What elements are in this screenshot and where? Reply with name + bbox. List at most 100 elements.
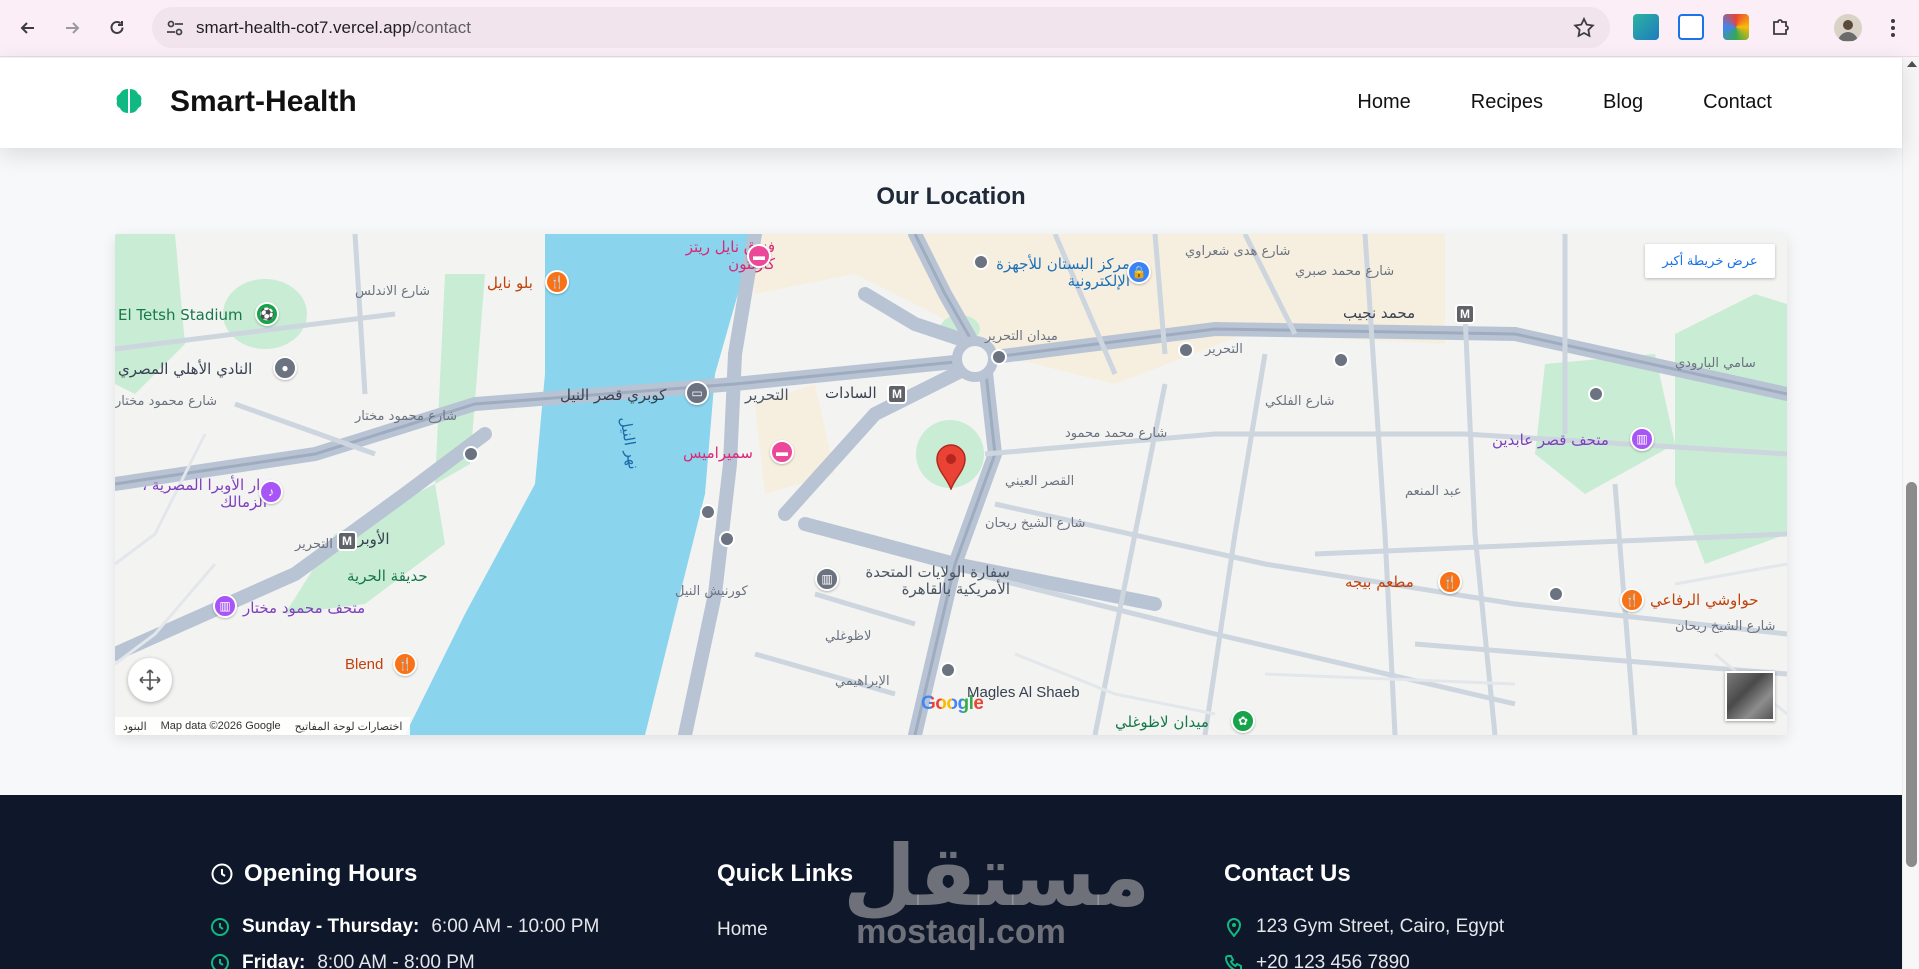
brain-logo-icon[interactable] [113, 85, 145, 117]
google-map[interactable]: El Tetsh Stadium ⚽ النادي الأهلي المصري … [115, 234, 1787, 735]
location-pin-icon[interactable] [934, 442, 968, 490]
quick-link-home[interactable]: Home [717, 919, 768, 941]
watermark-english: mostaql.com [856, 913, 1066, 951]
clock-icon [211, 954, 229, 969]
hawawshi-restaurant-icon[interactable]: 🍴 [1620, 588, 1644, 612]
bus-stop-icon[interactable] [1333, 352, 1349, 368]
bus-stop-icon[interactable] [940, 662, 956, 678]
stadium-marker-icon[interactable]: ⚽ [255, 302, 279, 326]
scrollbar-thumb[interactable] [1906, 482, 1917, 867]
nav-blog[interactable]: Blog [1603, 91, 1643, 114]
metro-naguib-icon[interactable]: M [1455, 304, 1475, 324]
hours-day: Friday: [242, 952, 306, 969]
nav-recipes[interactable]: Recipes [1471, 91, 1543, 114]
map-attribution-bar: البنود Map data ©2026 Google اختصارات لو… [115, 717, 411, 735]
bus-stop-icon[interactable] [1588, 386, 1604, 402]
satellite-layer-toggle[interactable] [1725, 671, 1775, 721]
reload-button[interactable] [102, 13, 132, 43]
move-arrows-icon [139, 669, 161, 691]
keyboard-shortcuts-link[interactable]: اختصارات لوحة المفاتيح [295, 720, 403, 733]
map-label-mohamed-mahmoud: شارع محمد محمود [1065, 426, 1168, 441]
square-marker-icon[interactable]: ✿ [1231, 709, 1255, 733]
map-terms-link[interactable]: البنود [123, 720, 147, 733]
bus-stop-icon[interactable] [991, 349, 1007, 365]
map-label-horreya: حديقة الحرية [347, 567, 428, 585]
club-marker-icon[interactable]: ● [273, 356, 297, 380]
map-label-naguib: محمد نجيب [1343, 304, 1416, 322]
contact-section: Contact Us [1224, 860, 1351, 888]
hours-row: Friday: 8:00 AM - 8:00 PM [210, 952, 475, 969]
semiramis-hotel-icon[interactable]: ▬ [770, 440, 794, 464]
hours-row: Sunday - Thursday: 6:00 AM - 10:00 PM [210, 916, 599, 938]
restaurant-marker-icon[interactable]: 🍴 [545, 270, 569, 294]
map-label-sheikh-rehan-2: شارع الشيخ ريحان [1675, 619, 1776, 634]
brand-name[interactable]: Smart-Health [170, 85, 357, 119]
forward-button[interactable] [57, 13, 87, 43]
map-label-ahly: النادي الأهلي المصري [118, 360, 253, 378]
museum-marker-icon[interactable]: ▥ [213, 594, 237, 618]
map-label-tahrir-st: التحرير [1205, 342, 1243, 357]
hotel-marker-icon[interactable]: ▬ [747, 244, 771, 268]
map-label-mahmoud-mokhtar-st2: شارع محمود مختار [355, 409, 458, 424]
scroll-up-arrow-icon[interactable] [1907, 61, 1917, 67]
bus-stop-icon[interactable] [1548, 586, 1564, 602]
extension-2-icon[interactable] [1678, 14, 1704, 40]
extension-1-icon[interactable] [1633, 14, 1659, 40]
reload-icon [110, 20, 124, 34]
bus-stop-icon[interactable] [1178, 342, 1194, 358]
map-label-us-embassy: سفارة الولايات المتحدة الأمريكية بالقاهر… [865, 563, 1010, 598]
map-label-abdel-moneim: عبد المنعم [1405, 484, 1462, 499]
page-scrollbar[interactable] [1902, 57, 1919, 969]
nav-home[interactable]: Home [1357, 91, 1410, 114]
site-footer: Opening Hours Sunday - Thursday: 6:00 AM… [0, 795, 1902, 969]
map-label-qasr-bridge: كوبري قصر النيل [560, 386, 667, 404]
embassy-marker-icon[interactable]: ▥ [815, 567, 839, 591]
blend-restaurant-icon[interactable]: 🍴 [393, 652, 417, 676]
mostaql-watermark: مستقل mostaql.com [843, 834, 1150, 951]
address-row: 123 Gym Street, Cairo, Egypt [1224, 916, 1504, 938]
hours-time: 8:00 AM - 8:00 PM [317, 952, 475, 969]
site-header: Smart-Health Home Recipes Blog Contact [0, 58, 1902, 148]
map-label-hawawshi: حواوشي الرفاعي [1650, 591, 1759, 609]
site-info-icon[interactable] [164, 17, 186, 39]
bus-stop-icon[interactable] [463, 446, 479, 462]
quick-links-heading: Quick Links [717, 860, 854, 887]
hours-time: 6:00 AM - 10:00 PM [431, 916, 600, 937]
map-label-falaki: شارع الفلكي [1265, 394, 1335, 409]
map-label-mokhtar: متحف محمود مختار [243, 599, 366, 617]
bus-stop-icon[interactable] [973, 254, 989, 270]
map-label-opera-house: دار الأوبرا المصرية ، الزمالك [142, 476, 267, 511]
contact-heading: Contact Us [1224, 860, 1351, 887]
browser-menu-button[interactable] [1883, 13, 1903, 43]
shopping-marker-icon[interactable]: 🔒 [1127, 260, 1151, 284]
map-pin-icon [1226, 918, 1242, 937]
bookmark-star-icon[interactable] [1572, 16, 1596, 40]
main-nav: Home Recipes Blog Contact [1357, 91, 1772, 114]
bridge-marker-icon[interactable]: ▭ [685, 381, 709, 405]
bus-stop-icon[interactable] [700, 504, 716, 520]
metro-opera-icon[interactable]: M [337, 531, 357, 551]
back-button[interactable] [13, 13, 43, 43]
clock-icon [211, 918, 229, 936]
map-attribution-text: Map data ©2026 Google [160, 720, 281, 732]
bigga-restaurant-icon[interactable]: 🍴 [1438, 570, 1462, 594]
abdeen-museum-icon[interactable]: ▥ [1630, 427, 1654, 451]
map-label-bolo: بلو نايل [487, 274, 533, 292]
metro-sadat-icon[interactable]: M [887, 384, 907, 404]
hours-day: Sunday - Thursday: [242, 916, 420, 937]
bus-stop-icon[interactable] [719, 531, 735, 547]
map-label-qasr-nile: كورنيش النيل [675, 584, 748, 599]
map-label-bustan: مركز البستان للأجهزة الإلكترونية [996, 255, 1130, 290]
view-larger-map-link[interactable]: عرض خريطة أكبر [1645, 244, 1775, 278]
google-logo: Google [921, 693, 984, 715]
address-bar[interactable]: smart-health-cot7.vercel.app/contact [152, 7, 1610, 48]
fullscreen-button[interactable] [128, 658, 172, 702]
opera-marker-icon[interactable]: ♪ [259, 480, 283, 504]
map-label-sami-baroudi: سامي البارودي [1675, 356, 1756, 371]
extension-3-icon[interactable] [1723, 14, 1749, 40]
quick-link-label[interactable]: Home [717, 919, 768, 941]
profile-avatar[interactable] [1834, 14, 1862, 42]
nav-contact[interactable]: Contact [1703, 91, 1772, 114]
avatar-icon [1838, 20, 1858, 41]
extensions-puzzle-icon[interactable] [1768, 14, 1794, 40]
